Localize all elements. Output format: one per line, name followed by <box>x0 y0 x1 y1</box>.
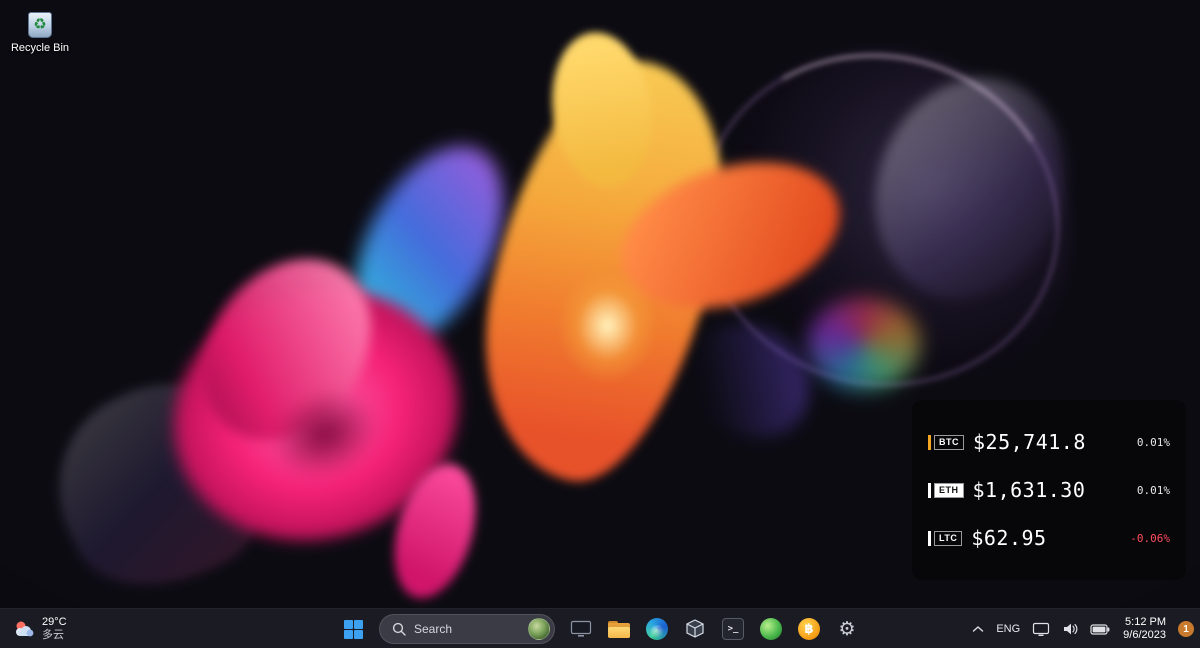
taskbar-app-edge-browser[interactable] <box>639 611 675 647</box>
taskbar-app-package[interactable] <box>677 611 713 647</box>
ticker-symbol: ETH <box>934 482 964 498</box>
weather-temperature: 29°C <box>42 616 67 628</box>
tray-cast-button[interactable] <box>1027 611 1055 647</box>
folder-front <box>608 626 630 638</box>
crypto-symbol-badge: LTC <box>928 530 963 546</box>
desktop: ♻ Recycle Bin BTC $25,741.8 0.01% ETH $1… <box>0 0 1200 648</box>
crypto-price: $25,741.8 <box>973 430 1086 454</box>
crypto-change: 0.01% <box>1136 435 1170 449</box>
bitcoin-app-icon: ฿ <box>798 618 820 640</box>
recycle-bin-icon: ♻ <box>23 8 57 40</box>
notification-badge[interactable]: 1 <box>1178 621 1194 637</box>
crypto-price: $1,631.30 <box>972 478 1086 502</box>
weather-widget[interactable]: 29°C 多云 <box>8 609 73 648</box>
edge-browser-icon <box>646 618 668 640</box>
ticker-accent-bar <box>928 530 931 546</box>
crypto-row-eth[interactable]: ETH $1,631.30 0.01% <box>928 478 1170 502</box>
weather-text: 29°C 多云 <box>42 616 67 642</box>
cast-screen-icon <box>1033 622 1050 636</box>
clock-time: 5:12 PM <box>1125 616 1166 628</box>
taskbar: 29°C 多云 Search >_ ฿ ⚙ ENG 5:12 PM 9/6/20… <box>0 608 1200 648</box>
search-icon <box>392 622 406 636</box>
crypto-price: $62.95 <box>971 526 1047 550</box>
battery-icon <box>1090 623 1110 635</box>
package-box-icon <box>686 619 704 638</box>
taskbar-app-settings[interactable]: ⚙ <box>829 611 865 647</box>
gear-icon: ⚙ <box>838 617 856 640</box>
clock-date: 9/6/2023 <box>1123 629 1166 641</box>
weather-cloud-icon <box>16 621 34 637</box>
search-highlight-image[interactable] <box>528 618 550 640</box>
crypto-row-ltc[interactable]: LTC $62.95 -0.06% <box>928 526 1170 550</box>
recycle-symbol-icon: ♻ <box>33 15 47 33</box>
crypto-ticker-widget: BTC $25,741.8 0.01% ETH $1,631.30 0.01% … <box>912 400 1186 580</box>
language-label: ENG <box>996 623 1021 635</box>
recycle-bin-label: Recycle Bin <box>10 42 70 54</box>
system-tray: ENG 5:12 PM 9/6/2023 1 <box>967 609 1194 648</box>
crypto-symbol-badge: BTC <box>928 434 964 450</box>
search-box[interactable]: Search <box>379 614 555 644</box>
taskbar-app-bitcoin[interactable]: ฿ <box>791 611 827 647</box>
taskbar-app-terminal[interactable]: >_ <box>715 611 751 647</box>
recycle-bin-shortcut[interactable]: ♻ Recycle Bin <box>8 8 72 54</box>
clock[interactable]: 5:12 PM 9/6/2023 <box>1117 611 1172 647</box>
taskbar-center: Search >_ ฿ ⚙ <box>335 609 865 648</box>
monitor-icon <box>570 620 592 637</box>
crypto-row-btc[interactable]: BTC $25,741.8 0.01% <box>928 430 1170 454</box>
tray-battery-button[interactable] <box>1085 611 1115 647</box>
tray-volume-button[interactable] <box>1057 611 1083 647</box>
crypto-change: 0.01% <box>1136 483 1170 497</box>
ticker-accent-bar <box>928 482 931 498</box>
taskbar-app-desktop-monitor[interactable] <box>563 611 599 647</box>
start-button[interactable] <box>335 611 371 647</box>
chevron-up-icon <box>973 626 984 632</box>
folder-icon <box>608 620 630 638</box>
terminal-icon: >_ <box>722 618 744 640</box>
crypto-change: -0.06% <box>1130 531 1170 545</box>
taskbar-app-file-explorer[interactable] <box>601 611 637 647</box>
taskbar-app-green[interactable] <box>753 611 789 647</box>
weather-condition: 多云 <box>42 629 64 641</box>
ticker-symbol: LTC <box>934 530 963 546</box>
windows-logo-icon <box>343 619 363 639</box>
crypto-symbol-badge: ETH <box>928 482 964 498</box>
speaker-icon <box>1064 623 1078 635</box>
ticker-symbol: BTC <box>934 434 964 450</box>
ticker-accent-bar <box>928 434 931 450</box>
tray-overflow-button[interactable] <box>967 611 989 647</box>
language-indicator[interactable]: ENG <box>991 611 1025 647</box>
green-app-icon <box>760 618 782 640</box>
search-label: Search <box>414 622 453 636</box>
